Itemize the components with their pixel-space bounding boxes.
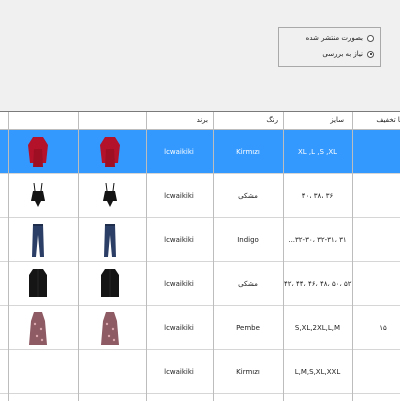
table-row[interactable]: lcwaikiki مشکی ۴۰، ۳۸، ۳۶ [0,174,400,217]
products-grid[interactable]: برند رنگ سایز با تخفیف lcwaikiki Kirmızı X… [0,111,400,401]
model-photo-thumbnail[interactable] [26,177,50,215]
cell-sizes[interactable]: ...۳۲-۳۰، ۳۲-۳۱، ۳۱ [284,236,351,244]
model-photo-thumbnail[interactable] [26,221,50,259]
cell-brand[interactable]: lcwaikiki [148,324,210,332]
cell-color[interactable]: مشکی [214,192,282,200]
header-color[interactable]: رنگ [266,116,278,124]
radio-needs-review-label: نیاز به بررسی [322,50,363,58]
table-row[interactable]: lcwaikiki Pembe S,XL,2XL,L,M ۱۵ [0,306,400,349]
model-photo-thumbnail[interactable] [26,265,50,303]
status-filter-group: بصورت منتشر شده نیاز به بررسی [278,27,381,67]
product-photo-thumbnail[interactable] [98,133,122,171]
product-photo-thumbnail[interactable] [98,265,122,303]
radio-published-label: بصورت منتشر شده [305,34,363,42]
product-photo-thumbnail[interactable] [98,309,122,347]
col-divider[interactable] [352,112,353,401]
model-photo-thumbnail[interactable] [26,353,50,391]
row-divider [0,393,400,394]
product-photo-thumbnail[interactable] [98,221,122,259]
col-divider[interactable] [78,112,79,401]
header-size[interactable]: سایز [330,116,344,124]
cell-sizes[interactable]: ۴۲، ۴۴، ۴۶، ۴۸، ۵۰، ۵۲ [284,280,352,288]
cell-sizes[interactable]: XL ,L ,S ,XL [284,148,351,156]
header-brand[interactable]: برند [197,116,208,124]
cell-color[interactable]: Pembe [214,324,282,332]
cell-brand[interactable]: lcwaikiki [148,192,210,200]
cell-sizes[interactable]: L,M,S,XL,XXL [284,368,351,376]
cell-brand[interactable]: lcwaikiki [148,148,210,156]
cell-discount[interactable]: ۱۵ [353,324,400,332]
cell-color[interactable]: مشکی [214,280,282,288]
col-divider[interactable] [213,112,214,401]
col-divider[interactable] [283,112,284,401]
table-row[interactable]: lcwaikiki مشکی ۴۲، ۴۴، ۴۶، ۴۸، ۵۰، ۵۲ [0,262,400,305]
col-divider[interactable] [8,112,9,401]
product-photo-thumbnail[interactable] [98,177,122,215]
cell-brand[interactable]: lcwaikiki [148,368,210,376]
cell-color[interactable]: Kirmızı [214,148,282,156]
cell-color[interactable]: Indigo [214,236,282,244]
table-row[interactable]: lcwaikiki Indigo ...۳۲-۳۰، ۳۲-۳۱، ۳۱ [0,218,400,261]
radio-needs-review[interactable]: نیاز به بررسی [322,50,374,58]
radio-needs-review-circle[interactable] [367,50,374,58]
table-row[interactable]: lcwaikiki Kirmızı L,M,S,XL,XXL [0,350,400,393]
cell-sizes[interactable]: S,XL,2XL,L,M [284,324,351,332]
product-photo-thumbnail[interactable] [98,353,122,391]
model-photo-thumbnail[interactable] [26,133,50,171]
table-row[interactable]: lcwaikiki Kirmızı XL ,L ,S ,XL [0,130,400,173]
radio-published[interactable]: بصورت منتشر شده [306,34,374,42]
grid-header: برند رنگ سایز با تخفیف [0,112,400,130]
model-photo-thumbnail[interactable] [26,309,50,347]
cell-brand[interactable]: lcwaikiki [148,236,210,244]
header-discount[interactable]: با تخفیف [376,116,400,124]
radio-published-circle[interactable] [367,34,374,42]
col-divider[interactable] [146,112,147,401]
cell-sizes[interactable]: ۴۰، ۳۸، ۳۶ [284,192,351,200]
cell-brand[interactable]: lcwaikiki [148,280,210,288]
cell-color[interactable]: Kirmızı [214,368,282,376]
